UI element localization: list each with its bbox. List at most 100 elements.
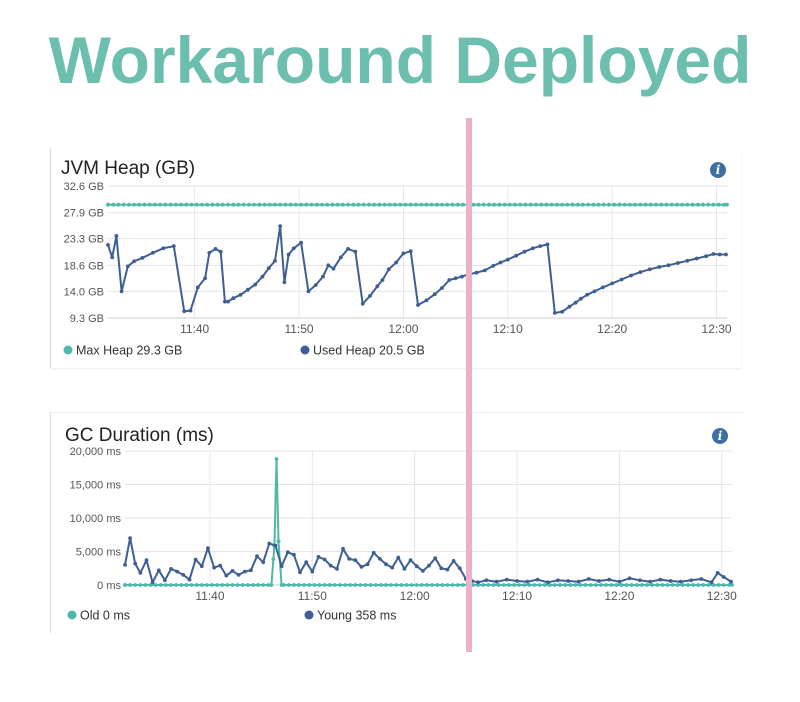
data-point <box>267 202 272 207</box>
data-point <box>715 571 720 575</box>
data-point <box>547 583 552 587</box>
data-point <box>457 566 462 571</box>
data-point <box>338 583 342 587</box>
data-point <box>133 561 138 566</box>
info-icon[interactable]: i <box>710 162 726 178</box>
data-point <box>274 457 279 461</box>
data-point <box>634 583 639 587</box>
data-point <box>125 264 130 269</box>
data-point <box>341 546 345 551</box>
data-point <box>419 202 424 207</box>
data-point <box>722 202 726 207</box>
data-point <box>491 583 496 587</box>
x-tick-label: 12:00 <box>388 322 418 336</box>
data-point <box>279 564 284 569</box>
data-point <box>408 249 413 254</box>
data-point <box>114 234 119 238</box>
x-tick-label: 12:10 <box>493 322 523 336</box>
y-tick-label: 32.6 GB <box>64 181 104 193</box>
data-point <box>363 583 368 587</box>
data-point <box>414 564 419 569</box>
data-point <box>539 202 544 207</box>
data-point <box>451 559 456 563</box>
legend-label[interactable]: Old 0 ms <box>80 609 130 623</box>
y-tick-label: 18.6 GB <box>64 260 104 272</box>
data-point <box>377 202 382 207</box>
data-point <box>591 202 596 207</box>
data-point <box>379 583 383 587</box>
data-point <box>276 539 281 544</box>
data-point <box>297 583 301 587</box>
data-point <box>322 557 327 562</box>
data-point <box>169 567 173 571</box>
data-point <box>278 202 283 207</box>
data-point <box>380 278 385 282</box>
data-point <box>207 250 212 255</box>
data-point <box>384 562 388 567</box>
data-point <box>725 202 729 207</box>
deployment-marker-line <box>466 118 472 652</box>
data-point <box>132 202 136 207</box>
data-point <box>425 583 429 587</box>
data-point <box>384 583 388 587</box>
data-point <box>578 583 583 587</box>
data-point <box>310 569 315 574</box>
y-tick-label: 14.0 GB <box>64 286 104 298</box>
data-point <box>522 249 527 254</box>
data-point <box>701 583 706 587</box>
data-point <box>518 202 523 207</box>
legend-dot-icon <box>304 610 314 620</box>
data-point <box>123 583 127 587</box>
data-point <box>140 256 145 260</box>
data-point <box>347 557 352 561</box>
data-point <box>409 583 414 587</box>
data-point <box>317 583 322 587</box>
data-point <box>133 583 138 587</box>
data-point <box>657 265 662 269</box>
data-point <box>235 583 240 587</box>
x-tick-label: 12:20 <box>597 322 627 336</box>
data-point <box>476 580 480 585</box>
data-point <box>445 202 450 207</box>
data-point <box>716 583 721 587</box>
data-point <box>515 579 519 583</box>
legend-label[interactable]: Used Heap 20.5 GB <box>313 344 425 358</box>
legend-label[interactable]: Young 358 ms <box>317 609 396 623</box>
data-point <box>484 578 489 583</box>
legend-label[interactable]: Max Heap 29.3 GB <box>76 344 182 358</box>
data-point <box>617 202 622 207</box>
info-icon[interactable]: i <box>712 428 728 444</box>
data-point <box>494 579 499 584</box>
data-point <box>537 583 542 587</box>
data-point <box>106 243 110 247</box>
data-point <box>706 583 711 587</box>
x-tick-label: 11:50 <box>298 589 327 603</box>
data-point <box>497 202 502 207</box>
data-point <box>624 583 629 587</box>
data-point <box>205 202 210 207</box>
data-point <box>343 583 347 587</box>
data-point <box>717 252 722 257</box>
data-point <box>163 202 168 207</box>
data-point <box>212 565 217 570</box>
data-point <box>404 583 409 587</box>
data-point <box>278 224 283 229</box>
data-point <box>549 202 554 207</box>
data-point <box>721 583 726 587</box>
data-point <box>576 579 581 584</box>
data-point <box>563 583 568 587</box>
data-point <box>716 202 721 207</box>
data-point <box>283 202 288 207</box>
data-point <box>622 202 627 207</box>
data-point <box>321 274 325 279</box>
data-point <box>419 583 424 587</box>
data-point <box>257 202 262 207</box>
data-point <box>138 583 143 587</box>
data-point <box>709 580 714 585</box>
series-line-1 <box>124 537 732 584</box>
data-point <box>353 558 358 563</box>
data-point <box>331 266 336 271</box>
data-point <box>398 202 403 207</box>
data-point <box>609 583 614 587</box>
data-point <box>110 255 115 260</box>
